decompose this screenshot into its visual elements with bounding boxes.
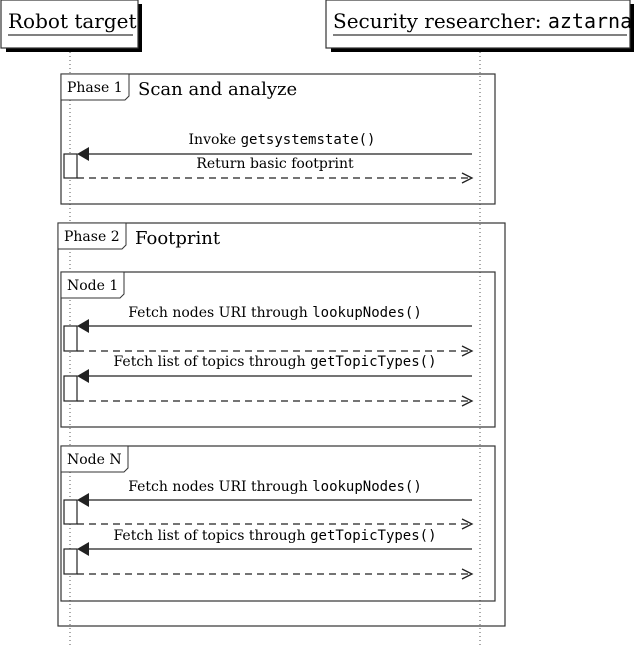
participant-label: Security researcher: aztarna [333, 9, 632, 33]
fragment-phase-2: Phase 2 Footprint Node 1 Fetch nodes URI… [57, 222, 506, 627]
message-label: Fetch list of topics through getTopicTyp… [113, 354, 436, 370]
participant-label: Robot target [8, 9, 137, 33]
arrowhead-icon [77, 319, 89, 333]
message-label: Fetch nodes URI through lookupNodes() [128, 479, 422, 495]
sequence-diagram: Robot target Security researcher: aztarn… [0, 0, 634, 646]
fragment-node-1: Node 1 Fetch nodes URI through lookupNod… [60, 271, 496, 428]
message-label: Fetch nodes URI through lookupNodes() [128, 305, 422, 321]
activation-bar [63, 325, 78, 352]
fragment-tag-label: Node 1 [67, 278, 118, 294]
message-label: Invoke getsystemstate() [189, 132, 376, 148]
fragment-node-n: Node N Fetch nodes URI through lookupNod… [60, 445, 496, 602]
message-label: Fetch list of topics through getTopicTyp… [113, 528, 436, 544]
arrowhead-icon [77, 147, 89, 161]
arrowhead-icon [77, 493, 89, 507]
activation-bar [63, 153, 78, 179]
return-label: Return basic footprint [196, 156, 354, 172]
participant-security-researcher: Security researcher: aztarna [325, 0, 634, 52]
activation-bar [63, 375, 78, 402]
fragment-tag-label: Phase 2 [64, 229, 120, 245]
activation-bar [63, 548, 78, 575]
fragment-tag-label: Phase 1 [67, 80, 123, 96]
activation-bar [63, 499, 78, 525]
arrowhead-icon [77, 542, 89, 556]
fragment-title: Scan and analyze [138, 79, 297, 100]
fragment-tag-label: Node N [67, 452, 122, 468]
arrowhead-icon [77, 369, 89, 383]
fragment-title: Footprint [135, 228, 221, 249]
participant-robot-target: Robot target [0, 0, 142, 52]
fragment-phase-1: Phase 1 Scan and analyze Invoke getsyste… [60, 73, 496, 205]
